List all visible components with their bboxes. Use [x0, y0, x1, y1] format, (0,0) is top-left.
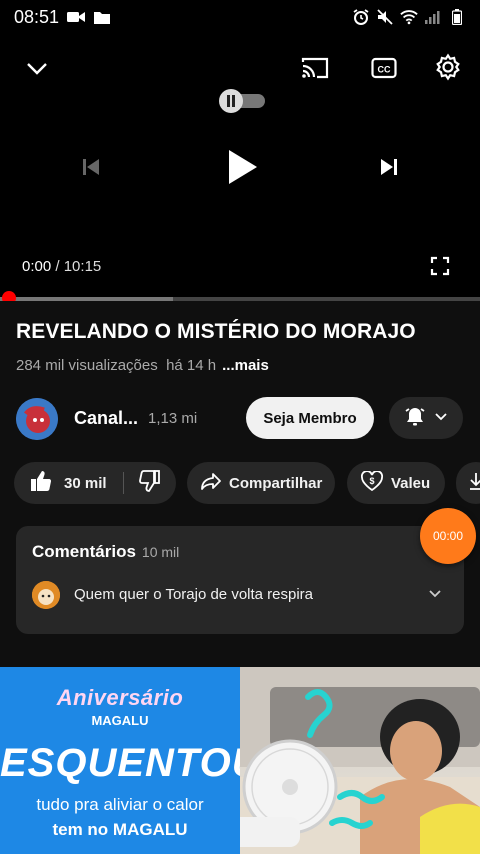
- wifi-icon: [400, 8, 418, 26]
- time-display: 0:00 / 10:15: [22, 258, 101, 275]
- video-player[interactable]: CC 0:00 / 10:15: [0, 34, 480, 300]
- thumbs-down-icon: [138, 470, 160, 496]
- video-meta[interactable]: 284 mil visualizações há 14 h ...mais: [16, 357, 269, 374]
- ad-banner[interactable]: Aniversário MAGALU ESQUENTOU tudo pra al…: [0, 667, 480, 854]
- action-bar: 30 mil Compartilhar $ Valeu: [14, 462, 480, 504]
- comments-card[interactable]: Comentários 10 mil Quem quer o Torajo de …: [16, 526, 464, 634]
- ad-headline: ESQUENTOU: [0, 741, 262, 785]
- duration: 10:15: [63, 258, 102, 275]
- ad-tagline: tem no MAGALU: [52, 820, 188, 839]
- comments-count: 10 mil: [141, 544, 180, 560]
- more-link[interactable]: ...mais: [222, 357, 269, 374]
- download-icon: [468, 471, 480, 495]
- like-divider: [122, 472, 124, 494]
- battery-icon: [448, 8, 466, 26]
- fullscreen-icon[interactable]: [428, 254, 452, 278]
- ad-text-panel: Aniversário MAGALU ESQUENTOU tudo pra al…: [0, 667, 262, 854]
- dislike-button[interactable]: [138, 470, 160, 496]
- share-button[interactable]: Compartilhar: [187, 462, 335, 504]
- mute-icon: [376, 8, 394, 26]
- channel-avatar[interactable]: [16, 398, 58, 440]
- settings-gear-icon[interactable]: [432, 51, 464, 83]
- ad-anniversary-text: Aniversário: [56, 685, 184, 710]
- channel-row: Canal... 1,13 mi Seja Membro: [16, 396, 466, 442]
- time-separator: /: [51, 258, 64, 275]
- status-bar: 08:51: [0, 0, 480, 34]
- minimize-chevron-icon[interactable]: [22, 54, 52, 84]
- super-thanks-heart-icon: $: [360, 470, 384, 495]
- ad-fan-woman-illustration: [240, 667, 480, 854]
- share-label: Compartilhar: [229, 474, 323, 492]
- cast-icon[interactable]: [298, 53, 332, 83]
- folder-icon: [93, 8, 111, 26]
- svg-text:CC: CC: [378, 65, 391, 75]
- autoplay-pause-icon: [219, 89, 243, 113]
- commenter-avatar: [32, 581, 60, 609]
- svg-text:$: $: [369, 476, 374, 486]
- upload-age: há 14 h: [166, 357, 217, 374]
- share-arrow-icon: [201, 472, 221, 494]
- join-button[interactable]: Seja Membro: [246, 397, 374, 439]
- comments-title: Comentários: [32, 542, 136, 561]
- alarm-icon: [352, 8, 370, 26]
- like-dislike-pill: 30 mil: [14, 462, 176, 504]
- like-count: 30 mil: [64, 474, 107, 492]
- thanks-label: Valeu: [391, 474, 431, 492]
- status-time: 08:51: [14, 6, 60, 27]
- more-actions-button[interactable]: [456, 462, 480, 504]
- view-count: 284 mil visualizações: [16, 357, 158, 374]
- video-info-panel: REVELANDO O MISTÉRIO DO MORAJO 284 mil v…: [0, 301, 480, 667]
- bell-icon: [404, 405, 426, 432]
- captions-icon[interactable]: CC: [368, 53, 400, 83]
- like-button[interactable]: 30 mil: [30, 470, 107, 496]
- ad-subline: tudo pra aliviar o calor: [36, 795, 204, 814]
- next-icon[interactable]: [376, 154, 402, 180]
- chevron-down-icon: [434, 409, 448, 427]
- play-icon[interactable]: [222, 145, 262, 189]
- subscriber-count: 1,13 mi: [148, 410, 198, 427]
- comments-header: Comentários 10 mil: [32, 542, 179, 562]
- thumbs-up-icon: [30, 470, 52, 496]
- notifications-button[interactable]: [389, 397, 463, 439]
- previous-icon[interactable]: [78, 154, 104, 180]
- signal-icon: [424, 8, 442, 26]
- expand-comments-chevron-icon[interactable]: [428, 586, 442, 604]
- video-camera-icon: [67, 8, 86, 26]
- video-title[interactable]: REVELANDO O MISTÉRIO DO MORAJO: [16, 320, 416, 344]
- floating-timer-bubble[interactable]: 00:00: [420, 508, 476, 564]
- thanks-button[interactable]: $ Valeu: [347, 462, 445, 504]
- top-comment-text: Quem quer o Torajo de volta respira: [74, 586, 314, 603]
- ad-image-panel: [240, 667, 480, 854]
- autoplay-toggle[interactable]: [219, 89, 267, 113]
- channel-name[interactable]: Canal...: [74, 408, 138, 429]
- current-time: 0:00: [22, 258, 52, 275]
- ad-brand-small: MAGALU: [91, 713, 149, 728]
